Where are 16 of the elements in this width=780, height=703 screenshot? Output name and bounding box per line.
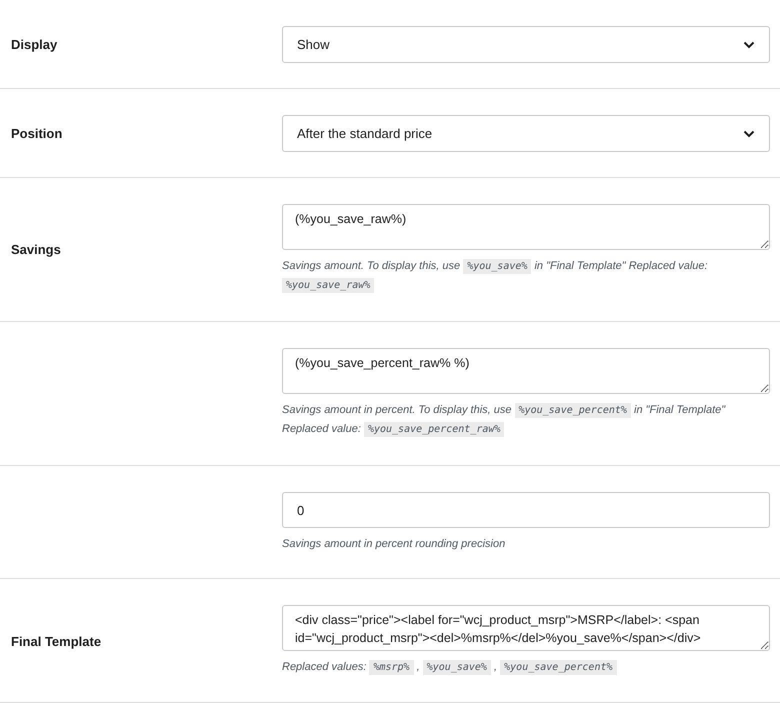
text-area[interactable]: (%you_save_percent_raw% %)	[282, 348, 770, 394]
dropdown-select[interactable]: After the standard price	[282, 115, 770, 152]
field-label: Savings	[11, 242, 61, 257]
field-label: Display	[11, 37, 58, 52]
chevron-down-icon	[743, 130, 755, 138]
dropdown-select[interactable]: Show	[282, 26, 770, 63]
field-description: Savings amount in percent rounding precision	[282, 537, 506, 552]
text-area[interactable]: (%you_save_raw%)	[282, 204, 770, 250]
text-area[interactable]: <div class="price"><label for="wcj_product_msrp">MSRP</label>: <span id="wcj_product_msrp"><del>%msrp%</del>%you_save%</span></div>	[282, 605, 770, 651]
field-description: Savings amount. To display this, use %you_save% in "Final Template" Replaced value: %you_save_raw%	[282, 258, 709, 295]
input-field[interactable]: 0	[282, 492, 770, 528]
field-label: Position	[11, 126, 62, 141]
field-description: Replaced values: %msrp% , %you_save% , %you_save_percent%	[282, 658, 770, 677]
chevron-down-icon	[743, 40, 755, 48]
field-label: Final Template	[11, 634, 102, 648]
field-description: Savings amount in percent. To display this, use %you_save_percent% in "Final Template" Replaced value: %you_save_percent_raw%	[282, 402, 726, 439]
